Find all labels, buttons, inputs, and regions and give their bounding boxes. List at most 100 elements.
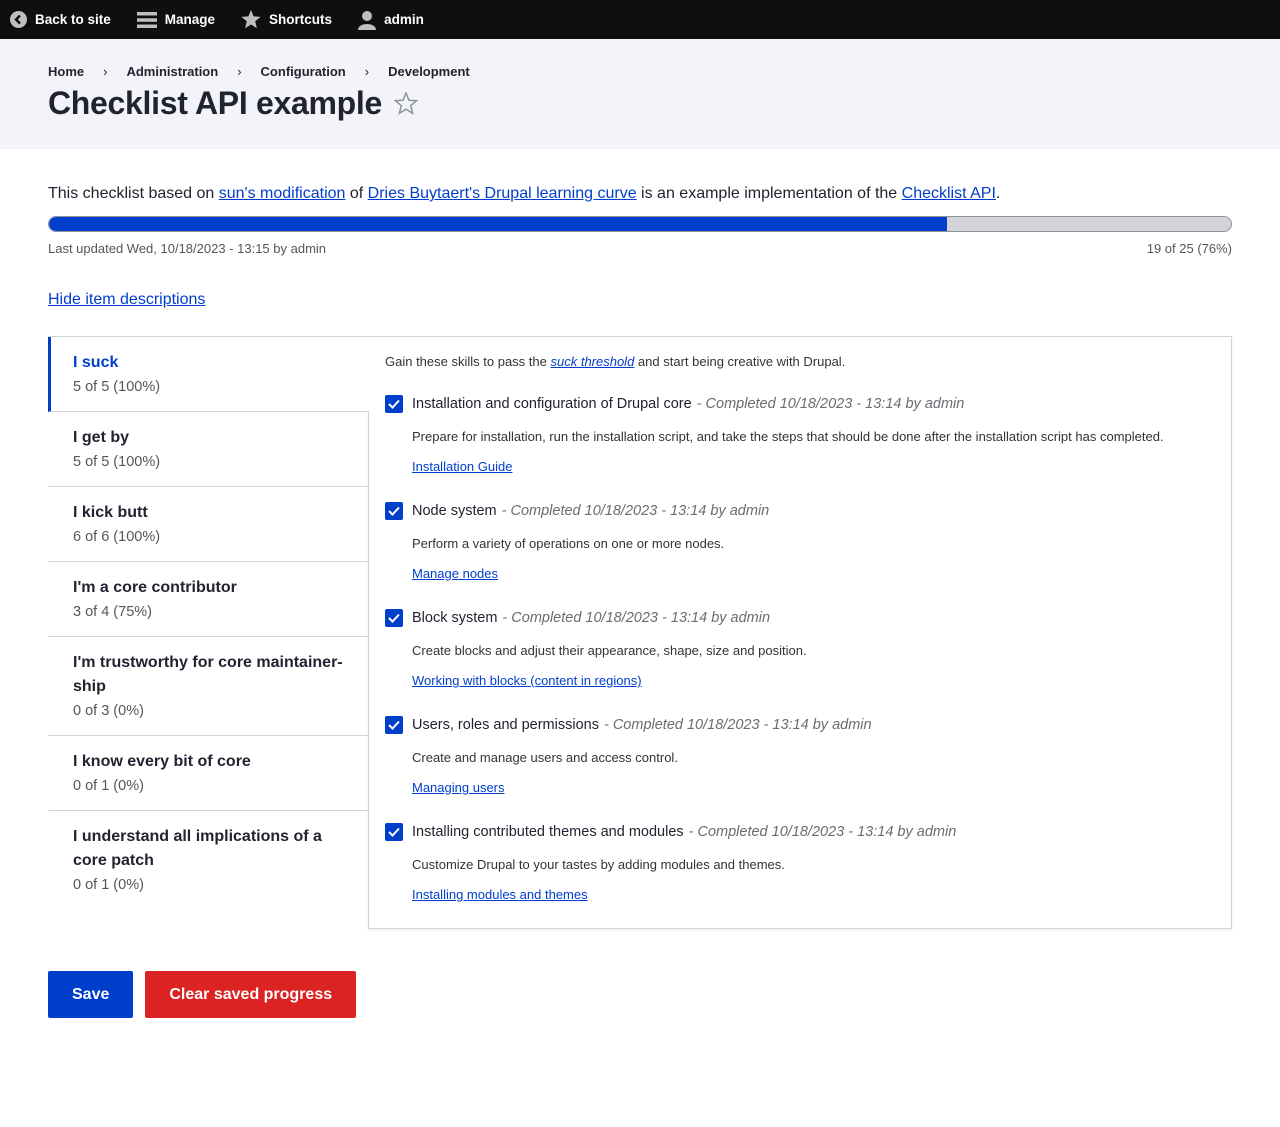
checklist-api-link[interactable]: Checklist API xyxy=(902,185,996,202)
shortcuts-menu[interactable]: Shortcuts xyxy=(241,10,332,29)
checklist-item-label[interactable]: Installation and configuration of Drupal… xyxy=(412,396,692,412)
checklist-item-head: Users, roles and permissions - Completed… xyxy=(385,716,1215,734)
intro-text-part: is an example implementation of the xyxy=(636,185,902,202)
breadcrumb-home[interactable]: Home xyxy=(48,64,84,79)
back-to-site-label: Back to site xyxy=(35,12,111,27)
shortcuts-label: Shortcuts xyxy=(269,12,333,27)
vertical-tabs-menu: I suck 5 of 5 (100%) I get by 5 of 5 (10… xyxy=(48,336,369,929)
breadcrumb-separator: › xyxy=(364,64,370,79)
checklist-item-label[interactable]: Block system xyxy=(412,610,497,626)
checklist-item-status: - Completed 10/18/2023 - 13:14 by admin xyxy=(696,396,965,412)
breadcrumb-separator: › xyxy=(237,64,242,79)
checklist-item-description: Create and manage users and access contr… xyxy=(412,750,678,765)
checklist-item-description: Create blocks and adjust their appearanc… xyxy=(412,643,807,658)
admin-toolbar: Back to site Manage Shortcuts admin xyxy=(0,0,1280,39)
tab-every-bit-of-core[interactable]: I know every bit of core 0 of 1 (0%) xyxy=(48,736,368,811)
checklist-item: Block system - Completed 10/18/2023 - 13… xyxy=(385,609,1215,690)
checklist-item-link[interactable]: Installation Guide xyxy=(412,459,512,474)
suns-modification-link[interactable]: sun's modification xyxy=(219,185,346,202)
checkmark-icon xyxy=(388,399,400,409)
progress-bar xyxy=(48,216,1232,232)
tab-summary: 0 of 1 (0%) xyxy=(73,778,144,794)
checklist-item: Users, roles and permissions - Completed… xyxy=(385,716,1215,797)
checkbox-checked[interactable] xyxy=(385,716,403,734)
intro-text-part: of xyxy=(345,185,368,202)
arrow-left-circle-icon xyxy=(10,11,27,28)
checklist-item-status: - Completed 10/18/2023 - 13:14 by admin xyxy=(501,503,770,519)
save-button[interactable]: Save xyxy=(48,971,134,1018)
progress-count: 19 of 25 (76%) xyxy=(1146,241,1232,256)
form-actions: Save Clear saved progress xyxy=(48,971,1232,1018)
panel-description: Gain these skills to pass the suck thres… xyxy=(385,354,1215,369)
breadcrumb-separator: › xyxy=(103,64,108,79)
back-to-site-link[interactable]: Back to site xyxy=(10,11,111,28)
tab-summary: 5 of 5 (100%) xyxy=(73,379,161,395)
checklist-item-link[interactable]: Working with blocks (content in regions) xyxy=(412,673,642,688)
intro-text: This checklist based on sun's modificati… xyxy=(48,183,1232,205)
checkbox-checked[interactable] xyxy=(385,609,403,627)
tab-title: I suck xyxy=(73,354,119,371)
checklist-item-label[interactable]: Users, roles and permissions xyxy=(412,717,599,733)
panel-description-part: and start being creative with Drupal. xyxy=(634,354,846,369)
checkmark-icon xyxy=(388,506,400,516)
checklist-item: Installation and configuration of Drupal… xyxy=(385,395,1215,476)
checklist-item-description: Customize Drupal to your tastes by addin… xyxy=(412,857,785,872)
checkmark-icon xyxy=(388,720,400,730)
drupal-learning-curve-link[interactable]: Dries Buytaert's Drupal learning curve xyxy=(368,185,637,202)
checklist-item-description: Prepare for installation, run the instal… xyxy=(412,429,1164,444)
checklist-item-head: Block system - Completed 10/18/2023 - 13… xyxy=(385,609,1215,627)
hide-item-descriptions-link[interactable]: Hide item descriptions xyxy=(48,291,205,309)
checklist-item-link[interactable]: Installing modules and themes xyxy=(412,887,588,902)
tab-summary: 3 of 4 (75%) xyxy=(73,604,152,620)
tab-panel-i-suck: Gain these skills to pass the suck thres… xyxy=(368,336,1232,929)
clear-saved-progress-button[interactable]: Clear saved progress xyxy=(145,971,357,1018)
checkbox-checked[interactable] xyxy=(385,502,403,520)
tab-title: I'm a core contributor xyxy=(73,579,237,596)
manage-label: Manage xyxy=(164,12,216,27)
tab-i-get-by[interactable]: I get by 5 of 5 (100%) xyxy=(48,412,368,487)
breadcrumb: Home › Administration › Configuration › … xyxy=(48,64,1232,79)
hamburger-icon xyxy=(136,11,157,29)
vertical-tabs: I suck 5 of 5 (100%) I get by 5 of 5 (10… xyxy=(48,336,1232,929)
title-row: Checklist API example xyxy=(48,85,1232,122)
checkmark-icon xyxy=(388,613,400,623)
user-menu[interactable]: admin xyxy=(358,10,424,30)
checklist-item-status: - Completed 10/18/2023 - 13:14 by admin xyxy=(502,610,771,626)
breadcrumb-administration[interactable]: Administration xyxy=(126,64,218,79)
last-updated-text: Last updated Wed, 10/18/2023 - 13:15 by … xyxy=(48,241,327,256)
checklist-item-label[interactable]: Installing contributed themes and module… xyxy=(412,824,684,840)
tab-title: I'm trustworthy for core maintainer­ship xyxy=(73,654,343,695)
tab-summary: 6 of 6 (100%) xyxy=(73,529,161,545)
add-shortcut-star-icon[interactable] xyxy=(394,92,418,115)
checklist-item-link[interactable]: Manage nodes xyxy=(412,566,498,581)
checklist-item-status: - Completed 10/18/2023 - 13:14 by admin xyxy=(688,824,957,840)
checkbox-checked[interactable] xyxy=(385,395,403,413)
breadcrumb-configuration[interactable]: Configuration xyxy=(261,64,346,79)
tab-title: I know every bit of core xyxy=(73,753,251,770)
manage-menu[interactable]: Manage xyxy=(136,11,216,29)
suck-threshold-link[interactable]: suck threshold xyxy=(550,354,634,369)
tab-i-kick-butt[interactable]: I kick butt 6 of 6 (100%) xyxy=(48,487,368,562)
panel-description-part: Gain these skills to pass the xyxy=(385,354,551,369)
tab-title: I understand all implications of a core … xyxy=(73,828,322,869)
breadcrumb-development[interactable]: Development xyxy=(388,64,470,79)
tab-i-suck[interactable]: I suck 5 of 5 (100%) xyxy=(48,337,369,412)
page-title: Checklist API example xyxy=(48,85,382,121)
progress-meta: Last updated Wed, 10/18/2023 - 13:15 by … xyxy=(48,241,1232,256)
user-label: admin xyxy=(384,12,424,27)
checklist-item-head: Installation and configuration of Drupal… xyxy=(385,395,1215,413)
star-icon xyxy=(241,10,261,29)
tab-core-patch-implications[interactable]: I understand all implications of a core … xyxy=(48,811,368,909)
checklist-item-head: Installing contributed themes and module… xyxy=(385,823,1215,841)
tab-title: I kick butt xyxy=(73,504,148,521)
checklist-item-label[interactable]: Node system xyxy=(412,503,497,519)
tab-core-maintainership[interactable]: I'm trustworthy for core maintainer­ship… xyxy=(48,637,368,736)
tab-title: I get by xyxy=(73,429,130,446)
tab-summary: 0 of 1 (0%) xyxy=(73,877,144,893)
tab-core-contributor[interactable]: I'm a core contributor 3 of 4 (75%) xyxy=(48,562,368,637)
checklist-item: Installing contributed themes and module… xyxy=(385,823,1215,904)
intro-text-part: This checklist based on xyxy=(48,185,219,202)
user-icon xyxy=(358,10,377,30)
checkbox-checked[interactable] xyxy=(385,823,403,841)
checklist-item-link[interactable]: Managing users xyxy=(412,780,505,795)
